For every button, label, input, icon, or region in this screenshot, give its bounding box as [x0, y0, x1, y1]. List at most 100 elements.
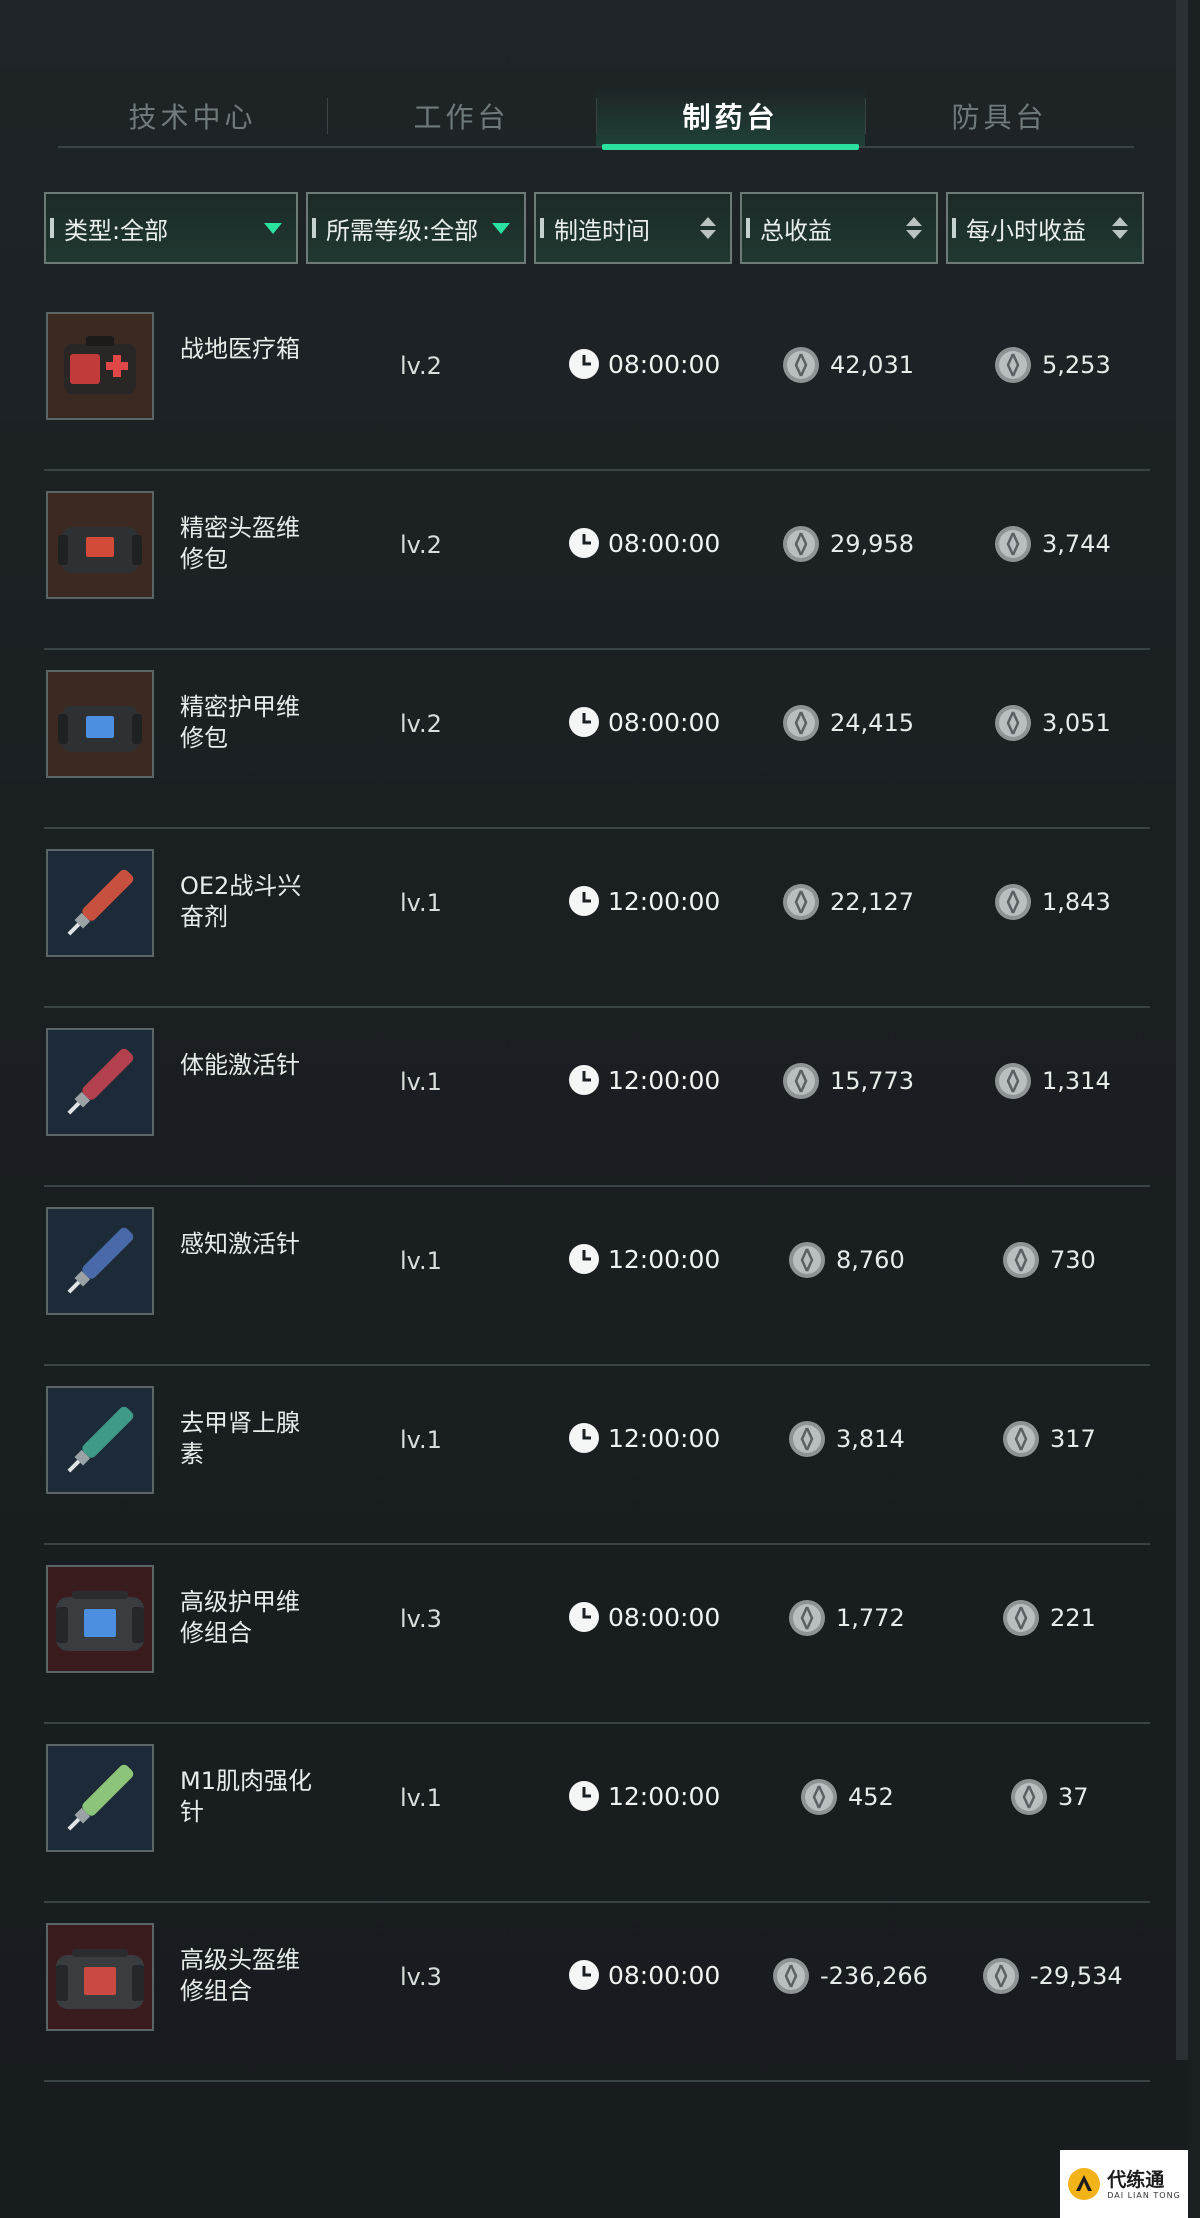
item-name: 感知激活针	[180, 1230, 300, 1258]
list-item[interactable]: 高级护甲维修组合 lv.3 08:00:00 1,772 221	[44, 1545, 1150, 1724]
craft-time-value: 12:00:00	[608, 1065, 721, 1095]
clock-icon	[569, 886, 599, 916]
list-item[interactable]: 去甲肾上腺素 lv.1 12:00:00 3,814 317	[44, 1366, 1150, 1545]
item-level: lv.2	[400, 531, 442, 559]
total-income: 452	[800, 1778, 894, 1816]
tab-workbench[interactable]: 工作台	[327, 86, 596, 146]
item-level: lv.2	[400, 352, 442, 380]
total-income-value: 15,773	[830, 1067, 914, 1095]
total-income: -236,266	[772, 1957, 928, 1995]
item-level: lv.2	[400, 710, 442, 738]
total-income-value: 24,415	[830, 709, 914, 737]
level-filter-label: 所需等级:全部	[326, 216, 479, 245]
clock-icon	[569, 1781, 599, 1811]
hourly-income: 37	[1010, 1778, 1089, 1816]
total-income: 42,031	[782, 346, 914, 384]
coin-icon	[783, 526, 819, 562]
list-item[interactable]: 高级头盔维修组合 lv.3 08:00:00 -236,266 -29,534	[44, 1903, 1150, 2082]
coin-icon	[1011, 1779, 1047, 1815]
hourly-income: 1,314	[994, 1062, 1111, 1100]
list-item[interactable]: 战地医疗箱 lv.2 08:00:00 42,031 5,253	[44, 292, 1150, 471]
filter-bar: 类型:全部 所需等级:全部 制造时间 总收益 每小时收益	[44, 192, 1144, 268]
hourly-income-value: 317	[1050, 1425, 1096, 1453]
coin-icon	[995, 884, 1031, 920]
coin-icon	[995, 705, 1031, 741]
total-income-value: 29,958	[830, 530, 914, 558]
tab-armor-bench[interactable]: 防具台	[865, 86, 1134, 146]
coin-icon	[1003, 1600, 1039, 1636]
item-name: 精密头盔维修包	[180, 514, 300, 573]
sort-total-income-button[interactable]: 总收益	[740, 192, 938, 264]
list-item[interactable]: OE2战斗兴奋剂 lv.1 12:00:00 22,127 1,843	[44, 829, 1150, 1008]
sort-icon	[906, 217, 922, 239]
sort-craft-time-button[interactable]: 制造时间	[534, 192, 732, 264]
list-item[interactable]: 精密护甲维修包 lv.2 08:00:00 24,415 3,051	[44, 650, 1150, 829]
hourly-income: -29,534	[982, 1957, 1123, 1995]
total-income-value: 1,772	[836, 1604, 905, 1632]
coin-icon	[783, 347, 819, 383]
watermark-text: 代练通	[1107, 2168, 1165, 2191]
craft-time-value: 08:00:00	[608, 1960, 721, 1990]
coin-icon	[783, 1063, 819, 1099]
filter-tick	[746, 218, 750, 238]
repair-kit-icon	[46, 491, 154, 599]
hourly-income-value: 5,253	[1042, 351, 1111, 379]
craft-time-value: 12:00:00	[608, 1244, 721, 1274]
injector-icon	[46, 1744, 154, 1852]
coin-icon	[983, 1958, 1019, 1994]
hourly-income: 730	[1002, 1241, 1096, 1279]
chevron-down-icon	[264, 222, 282, 234]
coin-icon	[773, 1958, 809, 1994]
craft-time-value: 08:00:00	[608, 707, 721, 737]
item-level: lv.1	[400, 889, 442, 917]
total-income-value: -236,266	[820, 1962, 928, 1990]
coin-icon	[789, 1421, 825, 1457]
list-item[interactable]: 体能激活针 lv.1 12:00:00 15,773 1,314	[44, 1008, 1150, 1187]
chevron-down-icon	[492, 222, 510, 234]
coin-icon	[995, 526, 1031, 562]
injector-icon	[46, 849, 154, 957]
list-item[interactable]: 感知激活针 lv.1 12:00:00 8,760 730	[44, 1187, 1150, 1366]
level-filter-dropdown[interactable]: 所需等级:全部	[306, 192, 526, 264]
scrollbar[interactable]	[1176, 0, 1188, 2060]
item-name: OE2战斗兴奋剂	[180, 872, 302, 931]
list-item[interactable]: 精密头盔维修包 lv.2 08:00:00 29,958 3,744	[44, 471, 1150, 650]
clock-icon	[569, 707, 599, 737]
hourly-income: 1,843	[994, 883, 1111, 921]
hourly-income: 5,253	[994, 346, 1111, 384]
total-income: 3,814	[788, 1420, 905, 1458]
injector-icon	[46, 1207, 154, 1315]
craft-time: 08:00:00	[568, 1601, 720, 1633]
hourly-income: 3,051	[994, 704, 1111, 742]
craft-time: 12:00:00	[568, 1780, 720, 1812]
total-income: 22,127	[782, 883, 914, 921]
coin-icon	[995, 347, 1031, 383]
craft-time: 08:00:00	[568, 706, 720, 738]
hourly-income-label: 每小时收益	[966, 216, 1086, 245]
tab-tech-center[interactable]: 技术中心	[58, 86, 327, 146]
sort-icon	[1112, 217, 1128, 239]
sort-hourly-income-button[interactable]: 每小时收益	[946, 192, 1144, 264]
total-income-label: 总收益	[760, 216, 832, 245]
total-income-value: 3,814	[836, 1425, 905, 1453]
craft-time: 12:00:00	[568, 1064, 720, 1096]
craft-time: 12:00:00	[568, 885, 720, 917]
type-filter-dropdown[interactable]: 类型:全部	[44, 192, 298, 264]
craft-time: 12:00:00	[568, 1243, 720, 1275]
injector-icon	[46, 1028, 154, 1136]
sort-icon	[700, 217, 716, 239]
filter-tick	[50, 218, 54, 238]
coin-icon	[783, 884, 819, 920]
craft-time: 12:00:00	[568, 1422, 720, 1454]
item-name: 体能激活针	[180, 1051, 300, 1079]
tab-bar: 技术中心 工作台 制药台 防具台	[58, 86, 1134, 150]
coin-icon	[995, 1063, 1031, 1099]
clock-icon	[569, 1244, 599, 1274]
list-item[interactable]: M1肌肉强化针 lv.1 12:00:00 452 37	[44, 1724, 1150, 1903]
clock-icon	[569, 349, 599, 379]
clock-icon	[569, 1423, 599, 1453]
tab-pharmacy[interactable]: 制药台	[596, 86, 865, 150]
filter-tick	[312, 218, 316, 238]
item-level: lv.3	[400, 1605, 442, 1633]
clock-icon	[569, 1960, 599, 1990]
